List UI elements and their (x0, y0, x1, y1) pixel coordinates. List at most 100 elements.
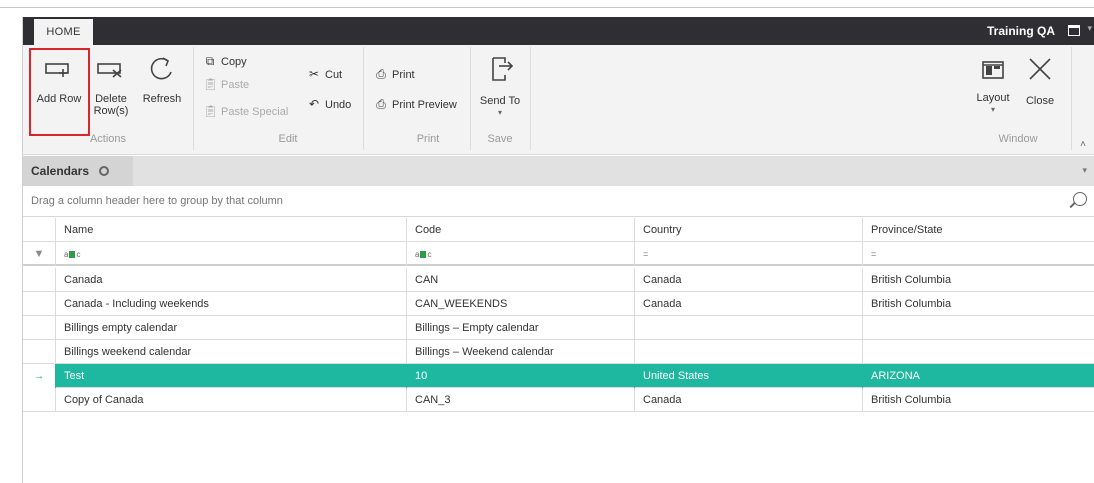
save-group-label: Save (487, 133, 513, 145)
group-by-hint: Drag a column header here to group by th… (31, 195, 283, 207)
undo-button[interactable]: ↶ Undo (307, 97, 351, 111)
table-row[interactable]: Billings weekend calendar Billings – Week… (23, 340, 1094, 364)
cell-province[interactable]: ARIZONA (862, 364, 1094, 388)
table-row[interactable]: Canada - Including weekends CAN_WEEKENDS C… (23, 292, 1094, 316)
table-row[interactable]: Copy of Canada CAN_3 Canada British Columbi… (23, 388, 1094, 412)
refresh-label: Refresh (142, 93, 182, 105)
close-button[interactable]: Close (1020, 55, 1060, 107)
app-title: Training QA (986, 24, 1055, 38)
copy-icon: ⧉ (205, 54, 215, 68)
paste-special-icon: 📋︎ (203, 104, 219, 118)
delete-rows-label-2: Row(s) (93, 105, 129, 117)
table-row[interactable]: Canada CAN Canada British Columbia (23, 268, 1094, 292)
cell-code[interactable]: Billings – Weekend calendar (406, 340, 634, 364)
layout-icon (982, 61, 1004, 79)
cell-code[interactable]: Billings – Empty calendar (406, 316, 634, 340)
filter-cell-country[interactable]: = (634, 242, 862, 266)
cell-name[interactable]: Billings empty calendar (55, 316, 406, 340)
cell-code[interactable]: CAN_3 (406, 388, 634, 412)
document-tab-bar: Calendars ▾ (23, 156, 1094, 186)
window-icon[interactable] (1068, 25, 1080, 36)
tab-close-icon[interactable] (99, 166, 110, 176)
cell-province[interactable]: British Columbia (862, 388, 1094, 412)
cell-name[interactable]: Copy of Canada (55, 388, 406, 412)
cut-button[interactable]: ✂ Cut (307, 67, 342, 81)
paste-button[interactable]: 📋︎ Paste (203, 77, 249, 91)
cell-country[interactable]: Canada (634, 268, 862, 292)
cell-province[interactable]: British Columbia (862, 268, 1094, 292)
ribbon-separator (1071, 47, 1072, 150)
send-to-button[interactable]: Send To ▾ (475, 55, 525, 119)
print-button[interactable]: ⎙ Print (374, 67, 414, 82)
cell-province[interactable] (862, 340, 1094, 364)
column-header-code[interactable]: Code (406, 218, 634, 242)
grid-filter-row[interactable]: ▼ a c a c = = (23, 242, 1094, 266)
filter-cell-province[interactable]: = (862, 242, 1094, 266)
tab-home[interactable]: HOME (34, 19, 93, 45)
column-header-country[interactable]: Country (634, 218, 862, 242)
cell-country[interactable] (634, 316, 862, 340)
cell-name[interactable]: Billings weekend calendar (55, 340, 406, 364)
row-indicator[interactable] (23, 316, 55, 340)
add-row-highlight (29, 48, 90, 136)
cell-code[interactable]: CAN (406, 268, 634, 292)
contains-filter-icon: ac (64, 250, 81, 259)
undo-label: Undo (325, 99, 352, 111)
group-by-panel[interactable]: Drag a column header here to group by th… (23, 186, 1094, 217)
filter-funnel-icon[interactable]: ▼ (23, 242, 55, 266)
cell-name[interactable]: Canada (55, 268, 406, 292)
send-to-label: Send To (479, 95, 521, 107)
cell-name[interactable]: Canada - Including weekends (55, 292, 406, 316)
table-row[interactable]: Billings empty calendar Billings – Empty … (23, 316, 1094, 340)
delete-rows-button[interactable]: Delete Row(s) (91, 59, 131, 117)
ribbon-separator (470, 47, 471, 150)
collapse-ribbon-icon[interactable]: ˄ (1080, 139, 1086, 150)
column-header-name[interactable]: Name (55, 218, 406, 242)
send-to-icon (492, 57, 514, 81)
row-indicator[interactable] (23, 388, 55, 412)
row-indicator[interactable] (23, 268, 55, 292)
paste-label: Paste (221, 79, 250, 91)
row-indicator[interactable] (23, 292, 55, 316)
refresh-button[interactable]: Refresh (137, 55, 187, 105)
window-menu-caret-icon[interactable]: ▾ (1087, 23, 1092, 34)
close-icon (1029, 58, 1051, 80)
cell-country[interactable] (634, 340, 862, 364)
cell-code[interactable]: 10 (406, 364, 634, 388)
cell-province[interactable]: British Columbia (862, 292, 1094, 316)
cell-code[interactable]: CAN_WEEKENDS (406, 292, 634, 316)
app-window: HOME Training QA ▾ Add Row Delete Row(s)… (22, 17, 1094, 483)
undo-icon: ↶ (308, 97, 320, 111)
printer-icon: ⎙ (376, 67, 386, 81)
tab-calendars[interactable]: Calendars (23, 156, 133, 186)
print-preview-icon: ⎙ (376, 97, 386, 111)
table-row[interactable]: → Test 10 United States ARIZONA (23, 364, 1094, 388)
tab-list-dropdown-icon[interactable]: ▾ (1082, 165, 1087, 176)
layout-button[interactable]: Layout ▾ (973, 59, 1013, 116)
refresh-icon (150, 57, 172, 80)
cell-country[interactable]: Canada (634, 388, 862, 412)
ribbon-separator (193, 47, 194, 150)
cell-country[interactable]: Canada (634, 292, 862, 316)
search-icon[interactable] (1073, 192, 1087, 206)
cell-country[interactable]: United States (634, 364, 862, 388)
print-preview-button[interactable]: ⎙ Print Preview (374, 97, 457, 112)
copy-label: Copy (221, 56, 247, 68)
row-indicator[interactable] (23, 340, 55, 364)
filter-cell-code[interactable]: ac (406, 242, 634, 266)
current-row-arrow-icon[interactable]: → (23, 364, 55, 388)
copy-button[interactable]: ⧉ Copy (203, 54, 247, 69)
paste-special-button[interactable]: 📋︎ Paste Special (203, 104, 288, 118)
equals-filter-icon: = (871, 249, 877, 259)
actions-group-label: Actions (89, 133, 127, 145)
paste-icon: 📋︎ (203, 77, 219, 91)
grid-header-row[interactable]: Name Code Country Province/State (23, 218, 1094, 242)
filter-cell-name[interactable]: ac (55, 242, 406, 266)
contains-filter-icon: ac (415, 250, 432, 259)
row-indicator-header[interactable] (23, 218, 55, 242)
cell-province[interactable] (862, 316, 1094, 340)
cell-name[interactable]: Test (55, 364, 406, 388)
delete-rows-label-1: Delete (95, 93, 127, 105)
equals-filter-icon: = (643, 249, 649, 259)
column-header-province[interactable]: Province/State (862, 218, 1094, 242)
